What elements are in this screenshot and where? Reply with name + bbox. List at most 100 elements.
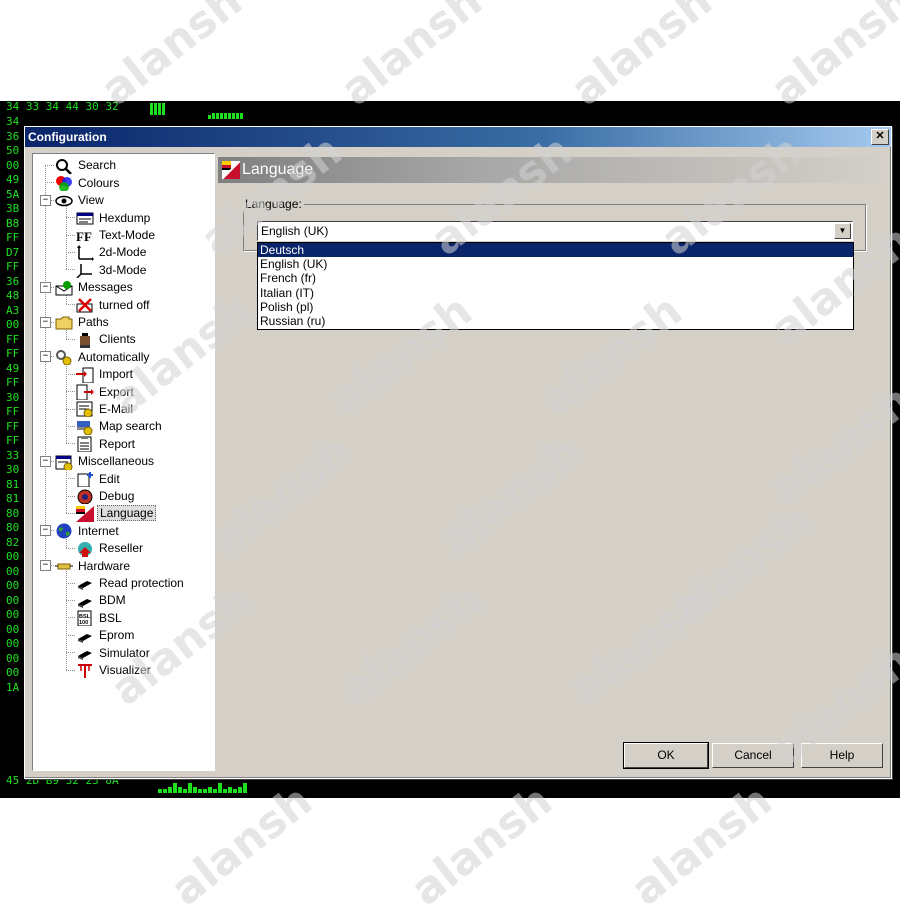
config-tree[interactable]: Search Colours − View Hexdump FF Text-Mode 2d-M…: [32, 153, 215, 771]
tree-connector: [66, 269, 75, 271]
tree-item-view[interactable]: View: [55, 192, 106, 209]
tree-item-2d-mode[interactable]: 2d-Mode: [76, 244, 148, 261]
language-option[interactable]: English (UK): [258, 257, 853, 271]
tree-connector: [66, 391, 75, 393]
tree-expander[interactable]: −: [40, 525, 51, 537]
tree-item-label: turned off: [99, 297, 150, 312]
tree-item-bdm[interactable]: BDM: [76, 592, 128, 609]
tree-item-e-mail[interactable]: E-Mail: [76, 401, 135, 418]
hex-prefix: 36: [6, 129, 20, 143]
tree-item-label: Language: [97, 505, 157, 522]
tree-item-label: 2d-Mode: [99, 245, 147, 260]
hex-prefix: 00: [6, 593, 20, 607]
tree-connector: [66, 600, 75, 601]
chip-icon: [76, 645, 94, 661]
tree-item-edit[interactable]: Edit: [76, 470, 122, 488]
panel-title: Language: [242, 161, 314, 178]
messages-icon: [55, 280, 73, 296]
hex-prefix: 81: [6, 477, 20, 491]
hex-prefix: 00: [6, 318, 20, 331]
language-option[interactable]: Polish (pl): [258, 300, 853, 314]
tree-item-language[interactable]: Language: [76, 505, 157, 522]
title-bar[interactable]: Configuration ✕: [25, 127, 891, 147]
dropdown-arrow-icon[interactable]: ▼: [834, 223, 851, 239]
tree-expander[interactable]: −: [40, 281, 51, 293]
tree-item-label: Debug: [99, 488, 135, 503]
tree-item-simulator[interactable]: Simulator: [76, 644, 152, 661]
tree-item-read-protection[interactable]: Read protection: [76, 575, 186, 592]
tree-item-label: Simulator: [99, 645, 150, 660]
help-button[interactable]: Help: [801, 743, 883, 768]
hex-prefix: 1A: [6, 680, 20, 694]
tree-item-paths[interactable]: Paths: [55, 314, 111, 331]
tree-item-label: Read protection: [99, 575, 184, 590]
tree-item-label: Messages: [78, 280, 133, 295]
tree-expander[interactable]: −: [40, 560, 51, 572]
tree-child-connector: [66, 466, 67, 513]
tree-item-import[interactable]: Import: [76, 366, 135, 384]
hex-prefix: 30: [6, 463, 20, 476]
tree-item-turned-off[interactable]: turned off: [76, 296, 151, 313]
hex-prefix: 82: [6, 535, 20, 549]
report-icon: [76, 436, 94, 453]
hex-prefix: 80: [6, 506, 20, 520]
tree-expander[interactable]: −: [40, 455, 51, 467]
chip-icon: [76, 593, 94, 609]
tree-item-hexdump[interactable]: Hexdump: [76, 209, 152, 226]
hex-prefix: FF: [6, 405, 20, 418]
hex-prefix: 80: [6, 521, 20, 534]
tree-connector: [66, 234, 75, 236]
hex-prefix: 49: [6, 173, 20, 186]
tree-item-clients[interactable]: Clients: [76, 331, 138, 348]
tree-expander[interactable]: −: [40, 351, 51, 363]
tree-expander[interactable]: −: [40, 316, 51, 328]
tree-item-hardware[interactable]: Hardware: [55, 557, 132, 574]
tree-item-visualizer[interactable]: Visualizer: [76, 662, 153, 679]
hex-prefix: 00: [6, 564, 20, 578]
tree-connector: [66, 217, 75, 219]
hexdump-icon: [76, 210, 94, 226]
tree-item-label: Miscellaneous: [78, 454, 155, 469]
tree-item-eprom[interactable]: Eprom: [76, 627, 136, 644]
language-option[interactable]: Deutsch: [258, 243, 853, 258]
search-icon: [55, 158, 73, 175]
hex-prefix: D7: [6, 245, 20, 259]
language-option[interactable]: Italian (IT): [258, 286, 853, 300]
tree-item-automatically[interactable]: Automatically: [55, 348, 151, 366]
tree-item-internet[interactable]: Internet: [55, 522, 121, 539]
tree-item-label: Edit: [99, 471, 120, 486]
tree-item-search[interactable]: Search: [55, 157, 118, 175]
tree-item-colours[interactable]: Colours: [55, 174, 121, 193]
tree-item-map-search[interactable]: Map search: [76, 418, 164, 436]
hex-prefix: 00: [6, 666, 20, 679]
tree-child-connector: [66, 571, 67, 670]
tree-item-export[interactable]: Export: [76, 383, 136, 401]
tree-item-debug[interactable]: Debug: [76, 488, 136, 505]
tree-item-label: 3d-Mode: [99, 262, 147, 277]
language-option[interactable]: Russian (ru): [258, 314, 853, 328]
tree-item-bsl[interactable]: BSL 100 BSL: [76, 609, 124, 627]
tree-item-3d-mode[interactable]: 3d-Mode: [76, 261, 148, 279]
hex-prefix: 49: [6, 361, 20, 375]
tree-item-miscellaneous[interactable]: Miscellaneous: [55, 453, 156, 472]
hex-prefix: FF: [6, 260, 20, 273]
configuration-dialog: Configuration ✕ Search Colours − View Hexdum…: [24, 126, 892, 779]
tree-item-report[interactable]: Report: [76, 435, 137, 453]
tree-item-label: Text-Mode: [99, 227, 156, 242]
ok-button[interactable]: OK: [623, 742, 709, 769]
language-select[interactable]: English (UK) ▼: [257, 221, 853, 241]
cancel-button[interactable]: Cancel: [712, 743, 794, 768]
window-title: Configuration: [28, 130, 107, 144]
tree-item-messages[interactable]: Messages: [55, 279, 135, 296]
close-button[interactable]: ✕: [871, 129, 889, 145]
hardware-icon: [55, 558, 73, 574]
tree-expander[interactable]: −: [40, 194, 51, 206]
hex-prefix: 00: [6, 158, 20, 172]
tree-item-reseller[interactable]: Reseller: [76, 540, 145, 557]
tree-connector: [66, 634, 75, 636]
language-dropdown-list[interactable]: Deutsch English (UK) French (fr) Italian (I…: [257, 242, 854, 330]
tree-item-text-mode[interactable]: FF Text-Mode: [76, 227, 157, 245]
hex-prefix: 36: [6, 274, 20, 288]
chip-icon: [76, 628, 94, 644]
language-option[interactable]: French (fr): [258, 271, 853, 285]
